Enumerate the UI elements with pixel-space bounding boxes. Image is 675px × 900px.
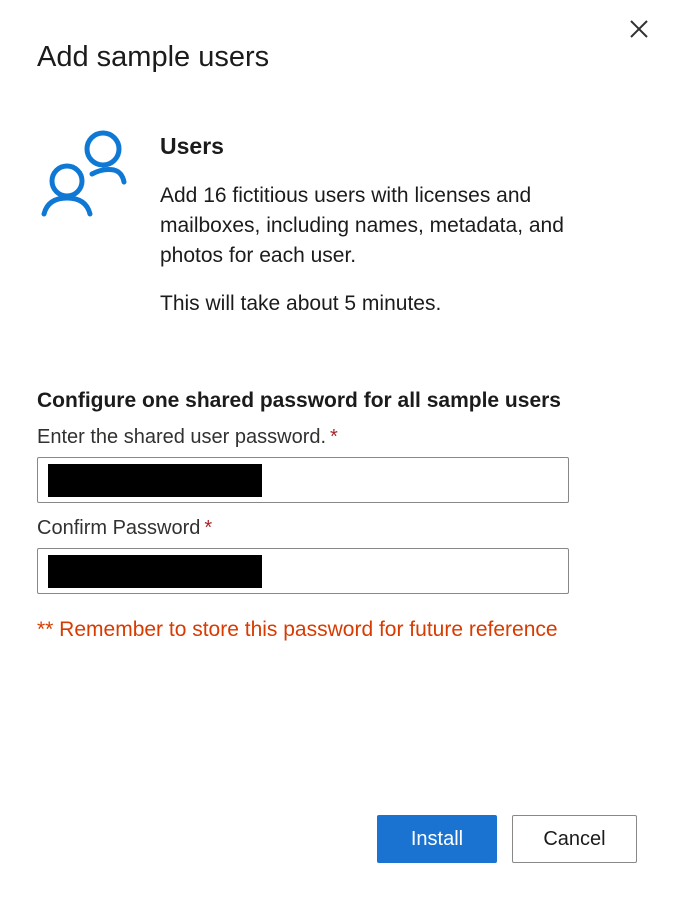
password-label-text: Enter the shared user password. (37, 426, 327, 448)
required-marker: * (204, 517, 213, 539)
info-description: Add 16 fictitious users with licenses an… (160, 184, 564, 267)
confirm-password-label: Confirm Password * (37, 513, 212, 543)
confirm-password-input[interactable] (37, 548, 569, 594)
users-icon (41, 130, 127, 217)
confirm-label-text: Confirm Password (37, 517, 201, 539)
password-section-heading: Configure one shared password for all sa… (37, 389, 561, 412)
dialog-title: Add sample users (37, 41, 270, 73)
masked-confirm-value (48, 555, 262, 588)
info-heading: Users (160, 133, 224, 159)
close-icon (630, 20, 648, 38)
password-warning: ** Remember to store this password for f… (37, 618, 558, 641)
close-button[interactable] (624, 14, 654, 44)
cancel-button[interactable]: Cancel (512, 815, 637, 863)
install-button[interactable]: Install (377, 815, 497, 863)
add-sample-users-dialog: Add sample users Users Add 16 fictitious… (0, 0, 675, 900)
time-note: This will take about 5 minutes. (160, 292, 442, 315)
password-label: Enter the shared user password. * (37, 422, 338, 452)
masked-password-value (48, 464, 262, 497)
required-marker: * (330, 426, 338, 448)
password-input[interactable] (37, 457, 569, 503)
